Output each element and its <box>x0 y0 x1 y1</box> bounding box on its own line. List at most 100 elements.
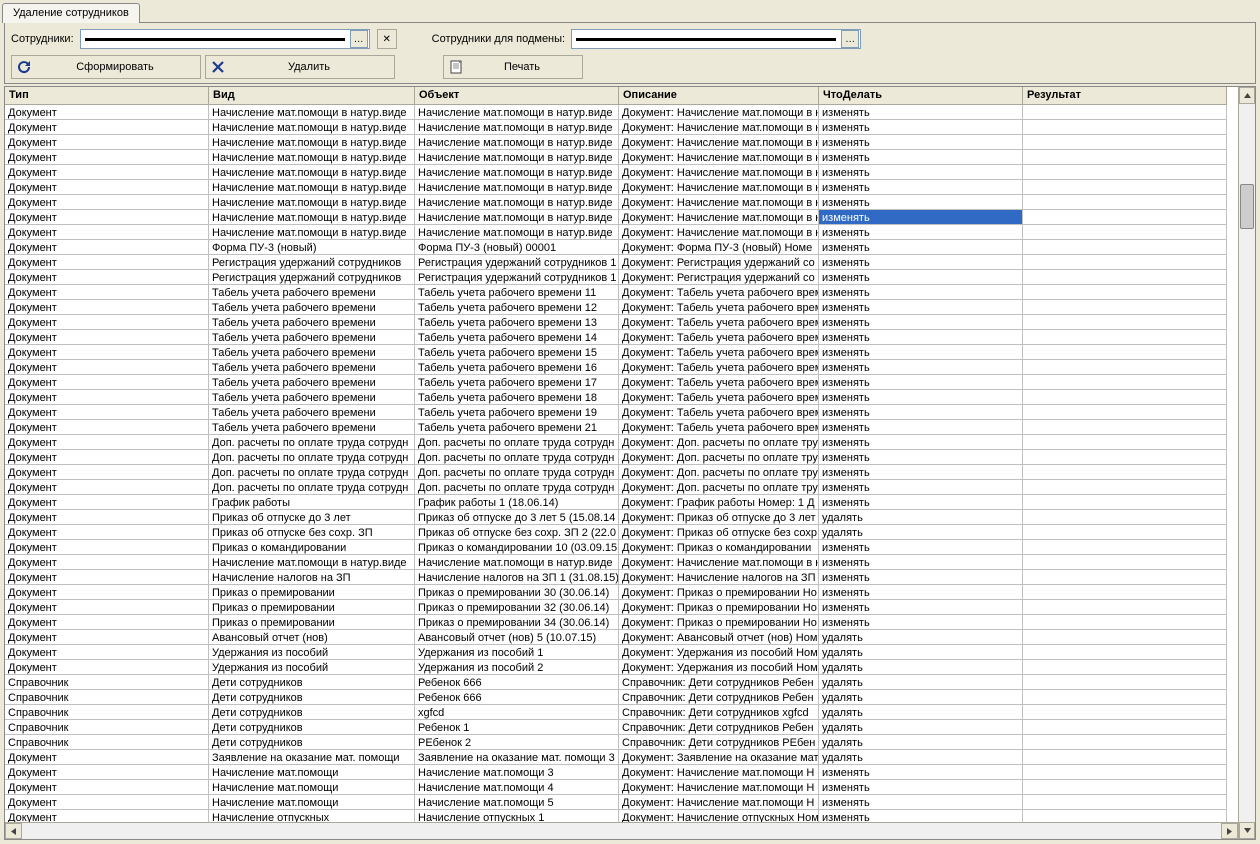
table-cell[interactable]: изменять <box>819 405 1023 420</box>
table-cell[interactable]: Документ <box>5 465 209 480</box>
table-cell[interactable]: изменять <box>819 345 1023 360</box>
table-cell[interactable] <box>1023 270 1227 285</box>
table-cell[interactable]: График работы <box>209 495 415 510</box>
table-cell[interactable]: удалять <box>819 735 1023 750</box>
table-cell[interactable] <box>1023 705 1227 720</box>
table-cell[interactable]: удалять <box>819 750 1023 765</box>
table-cell[interactable]: Документ <box>5 165 209 180</box>
table-cell[interactable]: Начисление мат.помощи в натур.виде <box>209 555 415 570</box>
table-cell[interactable]: изменять <box>819 135 1023 150</box>
table-cell[interactable]: Документ <box>5 480 209 495</box>
table-cell[interactable]: Документ <box>5 570 209 585</box>
table-cell[interactable]: Доп. расчеты по оплате труда сотрудн <box>415 465 619 480</box>
table-cell[interactable]: Документ <box>5 540 209 555</box>
table-cell[interactable]: удалять <box>819 705 1023 720</box>
table-cell[interactable]: изменять <box>819 570 1023 585</box>
table-cell[interactable]: изменять <box>819 600 1023 615</box>
table-cell[interactable]: Документ <box>5 765 209 780</box>
table-cell[interactable]: Документ: Табель учета рабочего врем <box>619 360 819 375</box>
table-cell[interactable] <box>1023 135 1227 150</box>
table-cell[interactable] <box>1023 465 1227 480</box>
table-cell[interactable]: Документ <box>5 375 209 390</box>
table-cell[interactable] <box>1023 720 1227 735</box>
table-cell[interactable]: Доп. расчеты по оплате труда сотрудн <box>209 450 415 465</box>
table-cell[interactable] <box>1023 300 1227 315</box>
table-cell[interactable] <box>1023 165 1227 180</box>
table-cell[interactable] <box>1023 510 1227 525</box>
table-cell[interactable]: Удержания из пособий 2 <box>415 660 619 675</box>
table-cell[interactable]: Начисление мат.помощи в натур.виде <box>209 105 415 120</box>
horizontal-scrollbar[interactable] <box>5 822 1238 839</box>
employee-select-button[interactable]: … <box>350 30 368 48</box>
table-cell[interactable]: Начисление мат.помощи в натур.виде <box>209 195 415 210</box>
table-cell[interactable]: Удержания из пособий <box>209 645 415 660</box>
table-cell[interactable]: Справочник <box>5 675 209 690</box>
table-cell[interactable]: Документ: Начисление мат.помощи Н <box>619 780 819 795</box>
table-cell[interactable]: Справочник <box>5 720 209 735</box>
table-cell[interactable]: Документ <box>5 300 209 315</box>
table-cell[interactable] <box>1023 390 1227 405</box>
table-cell[interactable] <box>1023 195 1227 210</box>
table-cell[interactable]: Документ: Табель учета рабочего врем <box>619 285 819 300</box>
table-cell[interactable]: Документ <box>5 390 209 405</box>
table-cell[interactable]: Приказ о премировании <box>209 585 415 600</box>
table-cell[interactable]: Приказ о премировании 32 (30.06.14) <box>415 600 619 615</box>
table-cell[interactable]: Начисление мат.помощи в натур.виде <box>415 225 619 240</box>
table-cell[interactable]: Ребенок 666 <box>415 675 619 690</box>
table-cell[interactable]: изменять <box>819 495 1023 510</box>
table-cell[interactable]: Табель учета рабочего времени 15 <box>415 345 619 360</box>
table-cell[interactable]: Дети сотрудников <box>209 720 415 735</box>
table-cell[interactable]: изменять <box>819 435 1023 450</box>
table-cell[interactable] <box>1023 630 1227 645</box>
table-cell[interactable]: Документ: Удержания из пособий Ном <box>619 645 819 660</box>
table-cell[interactable] <box>1023 570 1227 585</box>
table-cell[interactable]: удалять <box>819 630 1023 645</box>
table-cell[interactable]: Документ <box>5 525 209 540</box>
table-cell[interactable]: Документ <box>5 600 209 615</box>
table-cell[interactable] <box>1023 225 1227 240</box>
table-cell[interactable]: изменять <box>819 465 1023 480</box>
table-cell[interactable]: Начисление мат.помощи в натур.виде <box>209 135 415 150</box>
table-cell[interactable]: Начисление мат.помощи в натур.виде <box>209 180 415 195</box>
table-cell[interactable]: Документ: График работы Номер: 1 Д <box>619 495 819 510</box>
table-cell[interactable]: Документ: Начисление мат.помощи Н <box>619 795 819 810</box>
table-cell[interactable]: Начисление мат.помощи 4 <box>415 780 619 795</box>
table-cell[interactable] <box>1023 750 1227 765</box>
table-cell[interactable]: Документ: Доп. расчеты по оплате тру <box>619 450 819 465</box>
table-cell[interactable]: изменять <box>819 795 1023 810</box>
scroll-down-button[interactable] <box>1239 822 1255 839</box>
table-cell[interactable]: Справочник: Дети сотрудников Ребен <box>619 690 819 705</box>
table-cell[interactable]: Документ <box>5 180 209 195</box>
table-cell[interactable]: изменять <box>819 285 1023 300</box>
table-cell[interactable]: Документ: Удержания из пособий Ном <box>619 660 819 675</box>
table-cell[interactable]: Удержания из пособий <box>209 660 415 675</box>
table-cell[interactable]: Документ <box>5 330 209 345</box>
table-cell[interactable] <box>1023 780 1227 795</box>
table-cell[interactable]: Табель учета рабочего времени <box>209 405 415 420</box>
table-cell[interactable]: Документ: Начисление мат.помощи в н <box>619 555 819 570</box>
table-cell[interactable]: Начисление мат.помощи в натур.виде <box>415 105 619 120</box>
table-cell[interactable]: Документ <box>5 255 209 270</box>
table-cell[interactable]: Табель учета рабочего времени 17 <box>415 375 619 390</box>
table-cell[interactable]: Документ <box>5 510 209 525</box>
table-cell[interactable]: Форма ПУ-3 (новый) 00001 <box>415 240 619 255</box>
table-cell[interactable]: Документ <box>5 555 209 570</box>
table-cell[interactable] <box>1023 765 1227 780</box>
table-cell[interactable]: Документ <box>5 195 209 210</box>
table-cell[interactable]: изменять <box>819 150 1023 165</box>
form-button[interactable]: Сформировать <box>11 55 201 79</box>
table-cell[interactable]: изменять <box>819 585 1023 600</box>
table-cell[interactable] <box>1023 435 1227 450</box>
table-cell[interactable] <box>1023 660 1227 675</box>
table-cell[interactable]: Начисление мат.помощи в натур.виде <box>209 150 415 165</box>
table-cell[interactable]: Документ <box>5 270 209 285</box>
table-cell[interactable]: Документ: Начисление налогов на ЗП <box>619 570 819 585</box>
table-cell[interactable]: Табель учета рабочего времени <box>209 345 415 360</box>
table-cell[interactable]: Документ: Начисление мат.помощи в н <box>619 165 819 180</box>
table-cell[interactable]: Регистрация удержаний сотрудников <box>209 255 415 270</box>
table-cell[interactable]: Приказ о премировании <box>209 615 415 630</box>
table-cell[interactable] <box>1023 495 1227 510</box>
table-cell[interactable]: Доп. расчеты по оплате труда сотрудн <box>415 435 619 450</box>
table-cell[interactable]: Доп. расчеты по оплате труда сотрудн <box>415 480 619 495</box>
table-cell[interactable]: удалять <box>819 660 1023 675</box>
